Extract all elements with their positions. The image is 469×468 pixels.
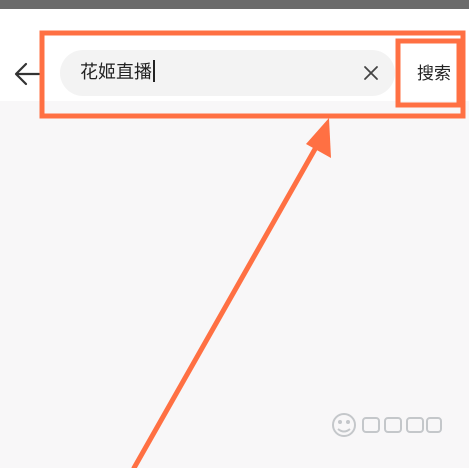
status-bar [0, 0, 469, 9]
annotation-arrow-shaft [131, 139, 322, 468]
clear-search-button[interactable] [357, 59, 385, 87]
search-input[interactable]: 花姬直播 [60, 50, 395, 96]
back-button[interactable] [8, 52, 48, 96]
search-input-value: 花姬直播 [80, 50, 155, 96]
annotation-arrow-head [306, 118, 331, 158]
close-icon [364, 66, 378, 80]
text-cursor [153, 60, 155, 82]
search-submit-button[interactable]: 搜索 [408, 52, 460, 96]
watermark-logo [327, 408, 447, 446]
arrow-left-icon [14, 62, 41, 86]
